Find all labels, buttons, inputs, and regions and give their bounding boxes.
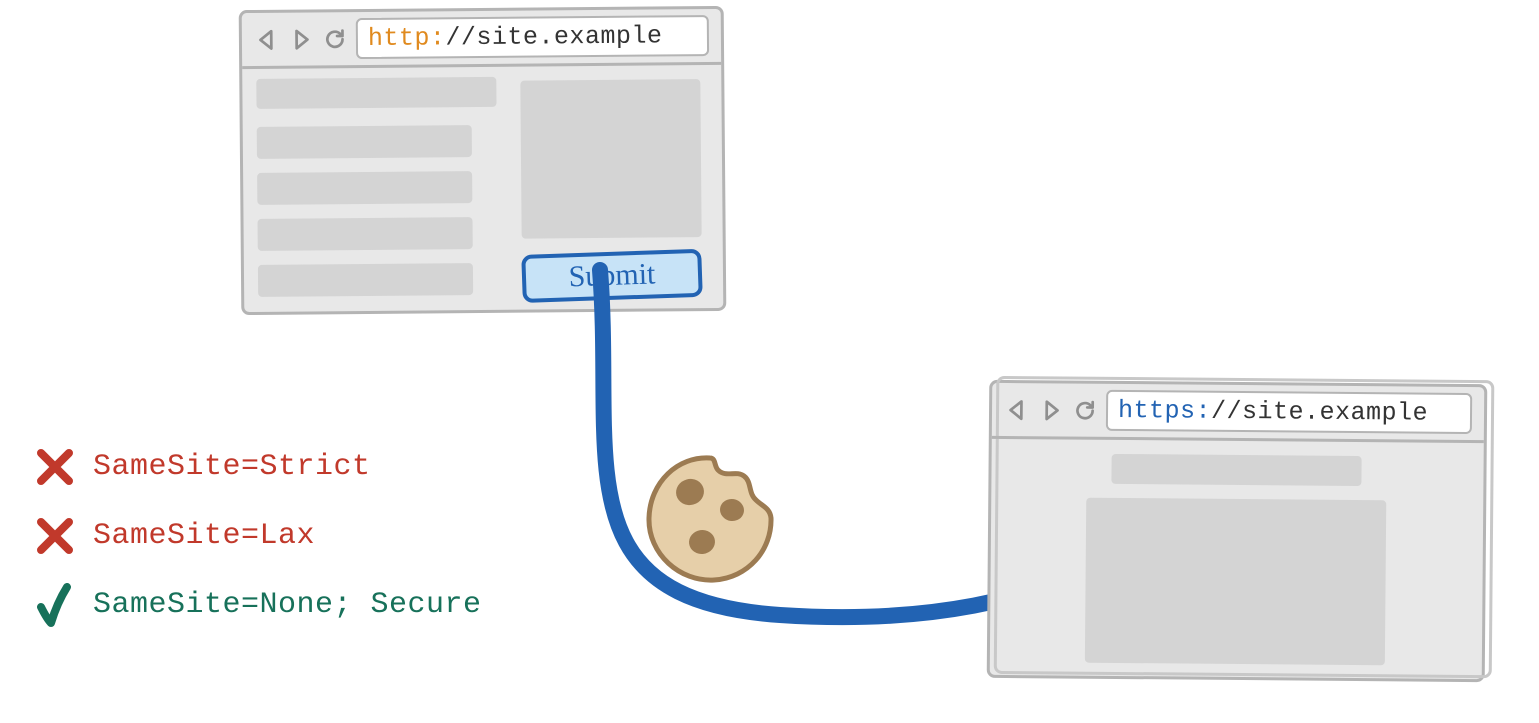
legend-label: SameSite=Lax <box>93 519 315 553</box>
content-placeholder <box>257 125 472 159</box>
url-host: //site.example <box>1211 397 1428 428</box>
back-icon <box>254 26 280 52</box>
browser-toolbar: http://site.example <box>242 9 721 69</box>
content-placeholder <box>258 217 473 251</box>
forward-icon <box>288 26 314 52</box>
samesite-legend: SameSite=Strict SameSite=Lax SameSite=No… <box>35 445 482 652</box>
content-placeholder <box>1085 498 1386 666</box>
back-icon <box>1004 396 1030 422</box>
legend-label: SameSite=None; Secure <box>93 588 482 622</box>
content-placeholder <box>520 79 701 239</box>
content-placeholder <box>1111 454 1361 486</box>
cookie-icon <box>640 450 780 590</box>
content-placeholder <box>256 77 496 109</box>
url-scheme: http: <box>368 23 446 53</box>
url-host: //site.example <box>445 21 662 52</box>
check-icon <box>35 583 75 627</box>
browser-toolbar: https://site.example <box>992 383 1484 443</box>
address-bar: https://site.example <box>1106 390 1472 434</box>
content-placeholder <box>257 171 472 205</box>
legend-item: SameSite=Lax <box>35 514 482 558</box>
content-placeholder <box>258 263 473 297</box>
legend-item: SameSite=Strict <box>35 445 482 489</box>
forward-icon <box>1038 397 1064 423</box>
url-scheme: https: <box>1118 396 1211 426</box>
cross-icon <box>35 514 75 558</box>
reload-icon <box>1072 397 1098 423</box>
legend-label: SameSite=Strict <box>93 450 371 484</box>
cross-icon <box>35 445 75 489</box>
reload-icon <box>322 26 348 52</box>
address-bar: http://site.example <box>356 15 709 59</box>
browser-window-target: https://site.example <box>987 380 1488 682</box>
legend-item: SameSite=None; Secure <box>35 583 482 627</box>
browser-viewport <box>990 439 1484 679</box>
